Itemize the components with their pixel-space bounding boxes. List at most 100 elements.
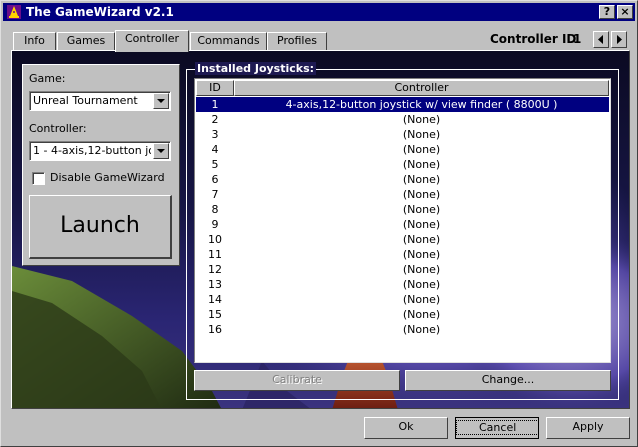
cancel-label: Cancel <box>456 420 540 435</box>
chevron-down-icon <box>157 149 165 153</box>
game-select-value: Unreal Tournament <box>33 94 138 107</box>
joystick-controller-name: (None) <box>402 203 441 216</box>
joystick-id: 4 <box>211 143 219 156</box>
joystick-list-header: ID Controller <box>196 80 609 96</box>
tab-label: Games <box>66 34 106 47</box>
tab-label: Commands <box>197 34 260 47</box>
joystick-row[interactable]: 10 (None) <box>196 232 609 247</box>
wizard-hat-icon <box>7 5 21 19</box>
apply-button[interactable]: Apply <box>546 417 630 439</box>
controller-id-next-button[interactable] <box>611 31 627 48</box>
joystick-controller-name: (None) <box>402 188 441 201</box>
joystick-row[interactable]: 15 (None) <box>196 307 609 322</box>
launch-label: Launch <box>60 213 140 238</box>
joystick-row[interactable]: 1 4-axis,12-button joystick w/ view finde… <box>196 97 609 112</box>
tab-label: Info <box>24 34 45 47</box>
change-button[interactable]: Change... <box>405 370 611 391</box>
joystick-row[interactable]: 6 (None) <box>196 172 609 187</box>
title-bar[interactable]: The GameWizard v2.1 ? × <box>3 3 635 21</box>
joystick-id: 6 <box>211 173 219 186</box>
game-select[interactable]: Unreal Tournament <box>29 91 171 111</box>
controller-id-prev-button[interactable] <box>593 31 609 48</box>
joystick-controller-name: (None) <box>402 263 441 276</box>
controller-label: Controller: <box>29 122 87 135</box>
joystick-controller-name: (None) <box>402 248 441 261</box>
joystick-row[interactable]: 12 (None) <box>196 262 609 277</box>
disable-gamewizard-checkbox[interactable] <box>32 172 45 185</box>
joystick-row[interactable]: 16 (None) <box>196 322 609 337</box>
joystick-row[interactable]: 13 (None) <box>196 277 609 292</box>
tab-label: Profiles <box>277 34 317 47</box>
joystick-id: 1 <box>211 98 219 111</box>
joystick-id: 13 <box>208 278 222 291</box>
arrow-left-icon <box>598 35 603 44</box>
launch-button[interactable]: Launch <box>29 195 172 259</box>
controller-select-dropdown-button[interactable] <box>153 143 169 159</box>
tab-label: Controller <box>124 32 180 45</box>
controller-id-label: Controller ID <box>490 32 577 46</box>
joystick-controller-name: (None) <box>402 113 441 126</box>
main-window: The GameWizard v2.1 ? × Info Games Contr… <box>0 0 638 447</box>
joystick-controller-name: (None) <box>402 308 441 321</box>
joystick-controller-name: (None) <box>402 323 441 336</box>
disable-gamewizard-label[interactable]: Disable GameWizard <box>50 171 165 184</box>
joystick-id: 8 <box>211 203 219 216</box>
joystick-id: 9 <box>211 218 219 231</box>
joystick-controller-name: (None) <box>402 218 441 231</box>
game-select-dropdown-button[interactable] <box>153 93 169 109</box>
joystick-row[interactable]: 3 (None) <box>196 127 609 142</box>
help-button[interactable]: ? <box>599 5 615 19</box>
joystick-row[interactable]: 2 (None) <box>196 112 609 127</box>
ok-label: Ok <box>398 420 414 433</box>
game-label: Game: <box>29 72 66 85</box>
arrow-right-icon <box>617 35 622 44</box>
joystick-row[interactable]: 14 (None) <box>196 292 609 307</box>
controller-select[interactable]: 1 - 4-axis,12-button joystick <box>29 141 171 161</box>
ok-button[interactable]: Ok <box>364 417 448 439</box>
joystick-controller-name: (None) <box>402 173 441 186</box>
apply-label: Apply <box>572 420 604 433</box>
joystick-id: 7 <box>211 188 219 201</box>
joystick-row[interactable]: 9 (None) <box>196 217 609 232</box>
joystick-id: 11 <box>208 248 222 261</box>
joystick-controller-name: (None) <box>402 278 441 291</box>
tab-profiles[interactable]: Profiles <box>267 32 327 51</box>
joystick-id: 15 <box>208 308 222 321</box>
calibrate-label: Calibrate <box>272 373 322 386</box>
joystick-row[interactable]: 5 (None) <box>196 157 609 172</box>
tab-controller[interactable]: Controller <box>115 30 189 52</box>
game-launch-group: Game: Unreal Tournament Controller: 1 - … <box>22 64 180 266</box>
joystick-id: 3 <box>211 128 219 141</box>
help-icon: ? <box>603 5 611 18</box>
joystick-controller-name: (None) <box>402 293 441 306</box>
joystick-controller-name: (None) <box>402 143 441 156</box>
cancel-button[interactable]: Cancel <box>455 417 540 439</box>
close-button[interactable]: × <box>617 5 633 19</box>
joystick-id: 10 <box>208 233 222 246</box>
tab-info[interactable]: Info <box>13 32 56 51</box>
window-title: The GameWizard v2.1 <box>26 5 174 19</box>
column-header-id[interactable]: ID <box>196 80 234 96</box>
joystick-row[interactable]: 7 (None) <box>196 187 609 202</box>
joystick-id: 12 <box>208 263 222 276</box>
installed-joysticks-title: Installed Joysticks: <box>195 62 317 75</box>
joystick-controller-name: (None) <box>402 128 441 141</box>
joystick-controller-name: (None) <box>402 158 441 171</box>
joystick-controller-name: (None) <box>402 233 441 246</box>
tab-commands[interactable]: Commands <box>190 32 267 51</box>
tab-games[interactable]: Games <box>57 32 115 51</box>
change-label: Change... <box>481 373 535 386</box>
joystick-row[interactable]: 11 (None) <box>196 247 609 262</box>
joystick-list[interactable]: ID Controller 1 4-axis,12-button joystick… <box>194 78 611 363</box>
joystick-row[interactable]: 4 (None) <box>196 142 609 157</box>
close-icon: × <box>620 5 630 18</box>
joystick-id: 16 <box>208 323 222 336</box>
joystick-id: 2 <box>211 113 219 126</box>
joystick-controller-name: 4-axis,12-button joystick w/ view finder… <box>285 98 558 111</box>
calibrate-button[interactable]: Calibrate <box>194 370 400 391</box>
joystick-row[interactable]: 8 (None) <box>196 202 609 217</box>
controller-id-value: 1 <box>573 32 582 46</box>
joystick-id: 14 <box>208 293 222 306</box>
column-header-controller[interactable]: Controller <box>234 80 609 96</box>
controller-select-value: 1 - 4-axis,12-button joystick <box>33 144 151 157</box>
